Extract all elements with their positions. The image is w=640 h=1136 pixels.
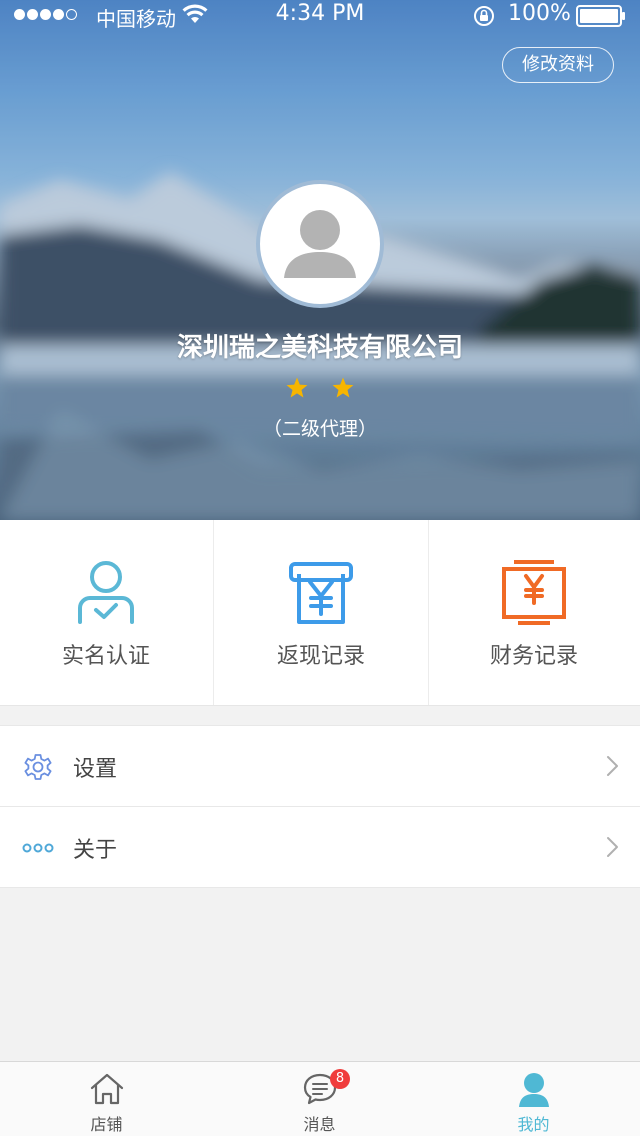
- agent-level: （二级代理）: [262, 418, 377, 440]
- company-name: 深圳瑞之美科技有限公司: [176, 333, 463, 363]
- default-user-icon: [284, 210, 356, 278]
- profile-header: 中国移动 4:34 PM 100% 修改资料 深圳瑞之美科技有限公司 （二级代理…: [0, 0, 640, 520]
- financial-records-button[interactable]: 财务记录: [428, 520, 640, 705]
- tab-label: 消息: [303, 1115, 336, 1134]
- real-name-verification-button[interactable]: 实名认证: [0, 520, 212, 705]
- tab-store[interactable]: 店铺: [0, 1062, 213, 1136]
- menu-item-settings[interactable]: 设置: [0, 726, 640, 806]
- yen-register-icon: [502, 560, 566, 625]
- action-label: 财务记录: [489, 644, 578, 669]
- menu-label: 关于: [73, 838, 118, 863]
- cashback-records-button[interactable]: 返现记录: [213, 520, 429, 705]
- tab-me[interactable]: 我的: [427, 1062, 640, 1136]
- status-bar: 中国移动 4:34 PM 100%: [0, 0, 640, 32]
- more-dots-icon: [22, 843, 54, 853]
- avatar[interactable]: [256, 180, 384, 308]
- tab-bar: 店铺 8 消息 我的: [0, 1061, 640, 1136]
- battery-icon: [576, 5, 625, 27]
- tab-label: 店铺: [90, 1115, 123, 1134]
- user-verified-icon: [78, 561, 134, 624]
- yen-receipt-icon: [289, 562, 353, 624]
- menu-item-about[interactable]: 关于: [0, 806, 640, 887]
- star-icon: [287, 377, 308, 398]
- tab-messages[interactable]: 8 消息: [213, 1062, 426, 1136]
- tab-label: 我的: [517, 1115, 550, 1134]
- action-label: 实名认证: [61, 644, 150, 669]
- profile-page: 中国移动 4:34 PM 100% 修改资料 深圳瑞之美科技有限公司 （二级代理…: [0, 0, 640, 1136]
- rating-stars: [0, 376, 640, 402]
- quick-actions: 实名认证 返现记录 财务记录: [0, 520, 640, 706]
- edit-profile-button[interactable]: 修改资料: [502, 47, 614, 83]
- gear-icon: [24, 754, 52, 780]
- battery-percentage: 100%: [508, 1, 571, 26]
- unread-badge: 8: [330, 1069, 350, 1089]
- settings-menu: 设置 关于: [0, 725, 640, 888]
- action-label: 返现记录: [276, 644, 365, 669]
- home-icon: [90, 1073, 123, 1105]
- menu-label: 设置: [73, 757, 118, 782]
- star-icon: [332, 377, 353, 398]
- person-icon: [518, 1073, 549, 1107]
- chevron-right-icon: [607, 756, 618, 776]
- rotation-lock-icon: [474, 6, 494, 26]
- chevron-right-icon: [607, 837, 618, 857]
